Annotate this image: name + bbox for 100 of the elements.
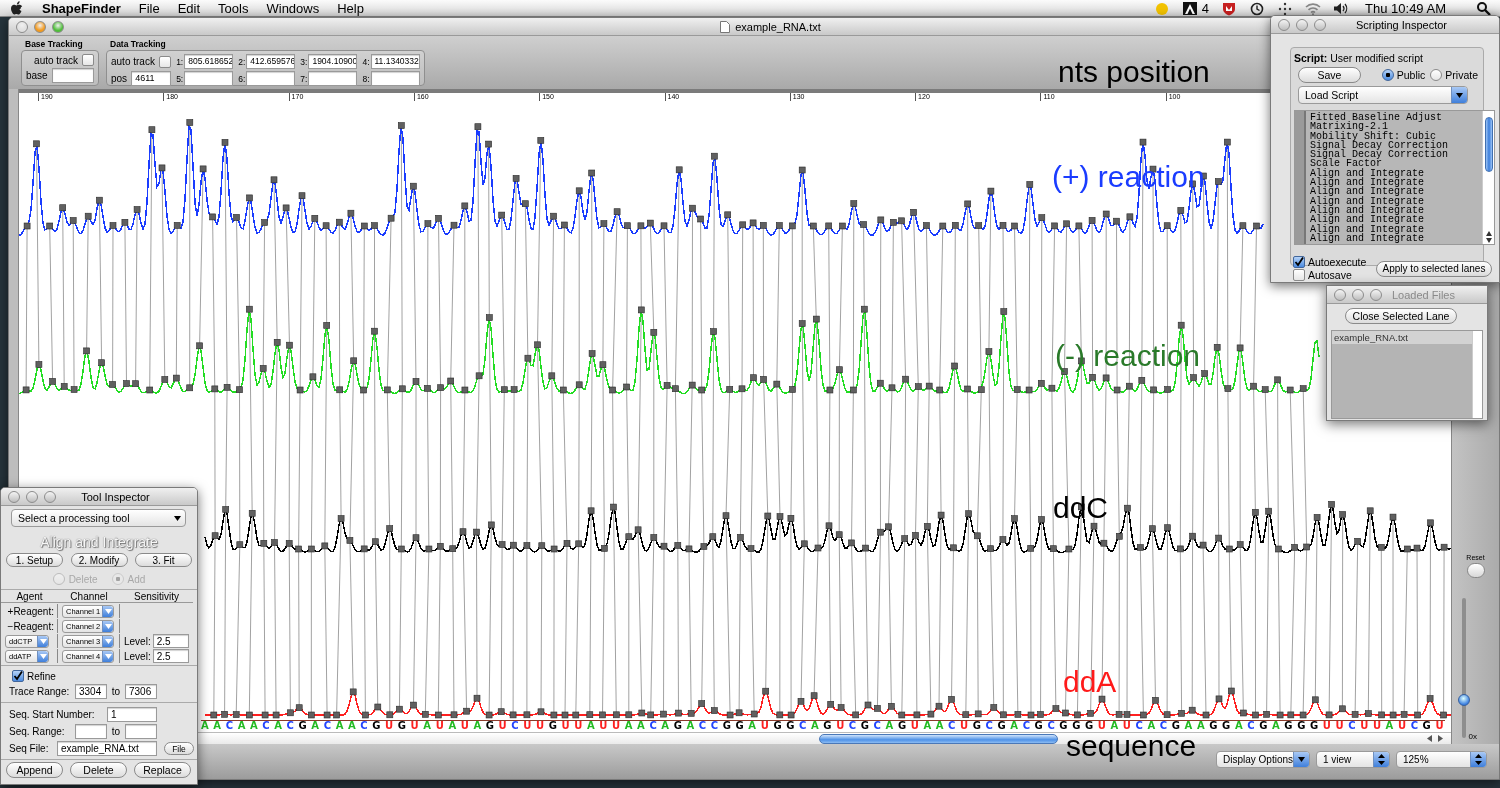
apply-button[interactable]: Apply to selected lanes [1376,260,1492,277]
level-field[interactable]: 2.5 [152,649,189,663]
script-step[interactable]: Signal Decay Correction [1310,150,1482,160]
checkbox[interactable] [12,670,24,682]
step-button[interactable]: 2. Modify [70,553,128,567]
sequence-base: C [1159,721,1168,731]
scroll-down-icon[interactable] [1484,237,1493,244]
checkbox[interactable] [1293,269,1305,281]
sequence-base: A [624,721,633,731]
radio-label: Public [1396,69,1426,81]
window-title: example_RNA.txt [735,20,821,33]
minimize-button[interactable] [1296,18,1308,31]
sequence-base: A [885,721,894,731]
field-label: Seq File: [9,743,50,754]
caret-icon [104,653,112,659]
level-field[interactable]: 2.5 [152,634,189,648]
menu-item[interactable]: Tools [218,0,249,16]
shield-icon[interactable] [1221,0,1238,16]
load-script-dropdown[interactable]: Load Script [1298,86,1468,104]
seq-file-field[interactable]: example_RNA.txt [57,741,157,756]
scrollbar-thumb[interactable] [819,733,1058,744]
base-field[interactable] [51,68,94,83]
close-button[interactable] [1278,18,1290,31]
apple-icon[interactable] [10,0,24,16]
slider-thumb[interactable] [1457,694,1470,706]
step-button[interactable]: 1. Setup [6,553,63,567]
menu-item[interactable]: Help [337,0,364,16]
script-step[interactable]: Align and Integrate [1310,168,1482,179]
script-step[interactable]: Matrixing-2.1 [1310,122,1482,132]
file-item[interactable]: example_RNA.txt [1332,331,1472,344]
channel-field[interactable]: 1904.10900 [308,54,358,69]
zoom-button[interactable] [1314,18,1326,31]
tool-select[interactable]: Select a processing tool [11,509,186,527]
close-button[interactable] [16,20,28,33]
history-icon[interactable] [1249,0,1266,16]
zoom-button[interactable] [1370,288,1382,301]
close-button[interactable] [8,490,20,503]
checkbox[interactable] [82,54,94,66]
dropdown[interactable]: 1 view [1316,751,1390,768]
zoom-button[interactable] [44,490,56,503]
script-step[interactable]: Align and Integrate [1310,187,1482,197]
status-icon[interactable] [1181,0,1198,16]
checkbox[interactable] [158,55,171,68]
speaker-icon[interactable] [1333,0,1350,16]
save-button[interactable]: Save [1298,67,1361,83]
range-field[interactable] [125,724,157,739]
reset-button[interactable] [1466,563,1485,578]
script-step[interactable]: Mobility Shift: Cubic [1310,131,1482,141]
menu-item[interactable]: ShapeFinder [42,0,121,16]
script-step[interactable]: Align and Integrate [1310,205,1482,216]
action-button[interactable]: Delete [70,762,127,778]
menu-item[interactable]: Edit [177,0,201,16]
scrollbar-thumb[interactable] [1484,117,1493,172]
close-lane-button[interactable]: Close Selected Lane [1345,308,1457,324]
file-button[interactable]: File [164,742,194,755]
sequence-base: G [1222,721,1231,731]
channel-field[interactable]: 11.1340332 [370,54,420,69]
script-step[interactable]: Scale Factor [1310,159,1482,169]
action-button[interactable]: Append [6,762,63,778]
dropdown[interactable]: Display Options [1216,751,1310,768]
channel-field[interactable] [246,71,296,86]
search-icon[interactable] [1476,0,1492,16]
field-label: base [26,70,48,81]
channel-field[interactable] [308,71,358,86]
document-icon [720,20,731,33]
channel-field[interactable] [370,71,420,86]
range-field[interactable] [75,724,107,739]
channel-field[interactable]: 412.659576 [246,54,296,69]
zoom-button[interactable] [52,20,64,33]
action-button[interactable]: Replace [134,762,191,778]
radio-button[interactable] [1430,69,1443,81]
sequence-base: C [985,721,993,731]
minimize-button[interactable] [26,490,38,503]
range-field[interactable]: 7306 [125,684,157,699]
script-step[interactable]: Align and Integrate [1310,233,1482,244]
script-step[interactable]: Align and Integrate [1310,215,1482,225]
channel-field[interactable]: 805.618652 [184,54,234,69]
script-step[interactable]: Align and Integrate [1310,178,1482,188]
wifi-icon[interactable] [1305,0,1322,16]
level-label: Level: [124,650,151,662]
scroll-up-icon[interactable] [1484,230,1493,237]
checkbox[interactable] [1293,256,1305,268]
channel-field[interactable] [184,71,234,86]
start-number-field[interactable]: 1 [107,707,157,722]
minimize-button[interactable] [1352,288,1364,301]
menu-item[interactable]: File [138,0,160,16]
script-step[interactable]: Align and Integrate [1310,196,1482,206]
step-button[interactable]: 3. Fit [135,553,192,567]
script-step[interactable]: Align and Integrate [1310,224,1482,234]
radio-label: Delete [68,573,98,585]
close-button[interactable] [1334,288,1346,301]
dots-icon[interactable] [1277,0,1294,16]
sequence-base: C [323,721,332,731]
sequence-base: C [1348,721,1356,731]
radio-button[interactable] [1381,69,1394,81]
range-field[interactable]: 3304 [75,684,107,699]
menu-item[interactable]: Windows [266,0,320,16]
dropdown[interactable]: 125% [1396,751,1487,768]
minimize-button[interactable] [34,20,46,33]
pos-field[interactable]: 4611 [131,71,172,86]
